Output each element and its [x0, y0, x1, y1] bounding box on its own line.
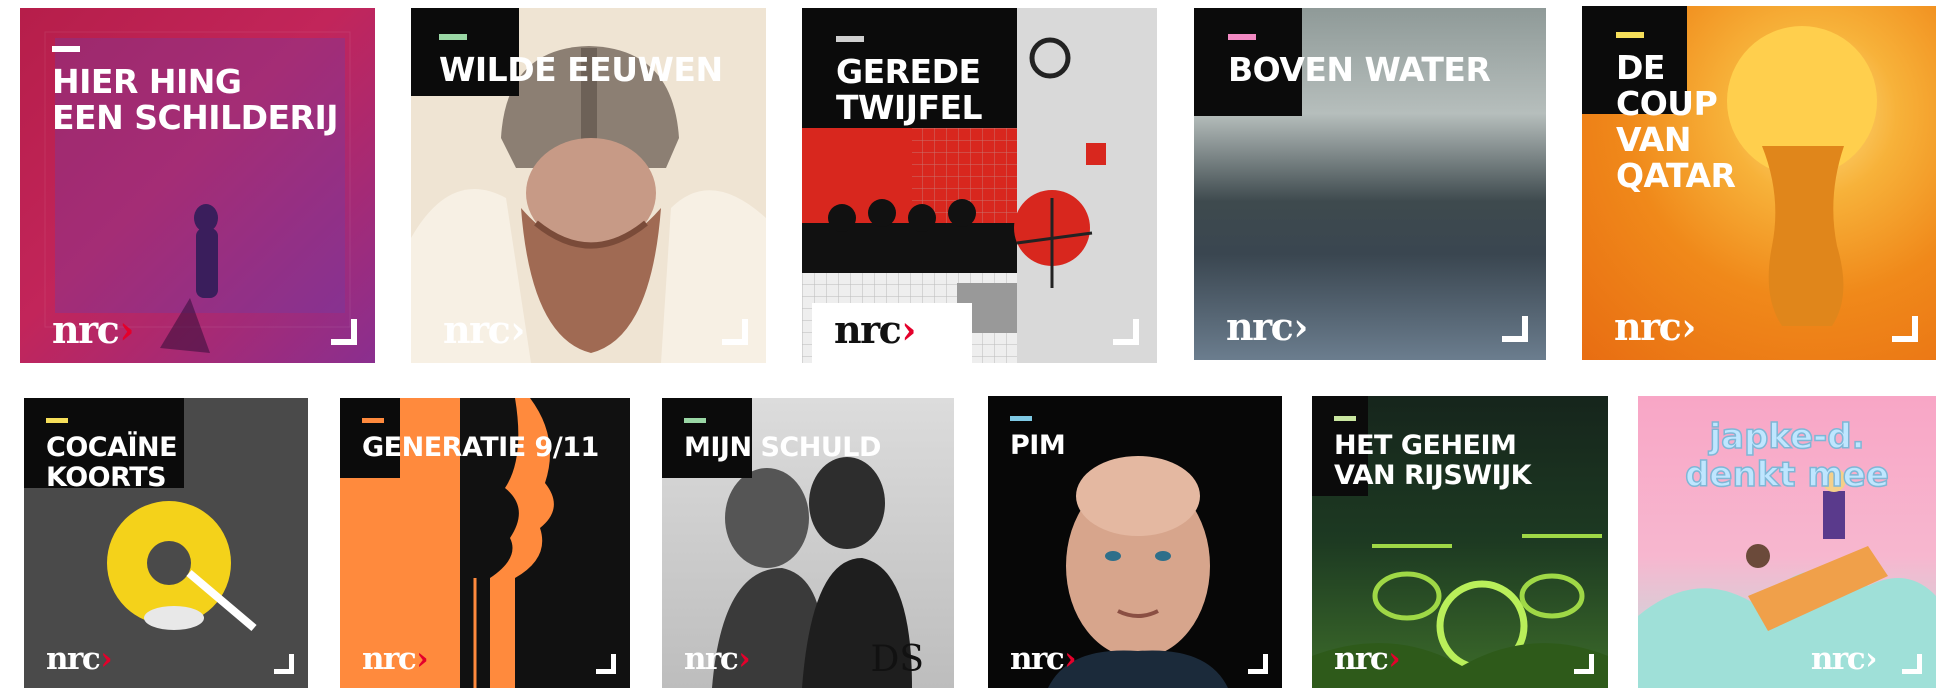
nrc-wordmark: nrc [52, 307, 120, 352]
podcast-tile-gerede-twijfel[interactable]: GEREDE TWIJFEL nrc› [802, 8, 1157, 363]
nrc-logo: nrc› [1226, 308, 1308, 346]
corner-mark-icon [1574, 654, 1594, 674]
podcast-title: MIJN SCHULD [684, 432, 881, 463]
podcast-tile-cocaine[interactable]: COCAÏNE KOORTS nrc› [24, 398, 308, 688]
nrc-chevron: › [1293, 304, 1308, 349]
corner-mark-icon [1113, 319, 1139, 345]
title-block: DE COUP VAN QATAR [1582, 6, 1736, 194]
corner-mark-icon [331, 319, 357, 345]
nrc-wordmark: nrc [46, 641, 101, 677]
podcast-tile-pim[interactable]: PIM nrc› [988, 396, 1282, 688]
title-block: PIM [988, 396, 1079, 473]
podcast-tile-coup-qatar[interactable]: DE COUP VAN QATAR nrc› [1582, 6, 1936, 360]
podcast-title: japke-d. denkt mee [1684, 417, 1889, 495]
nrc-wordmark: nrc [1614, 304, 1682, 349]
nrc-chevron: › [1681, 304, 1696, 349]
nrc-wordmark: nrc [443, 307, 511, 352]
nrc-chevron: › [100, 641, 112, 677]
podcast-tile-hier-hing[interactable]: HIER HING EEN SCHILDERIJ nrc› [20, 8, 375, 363]
podcast-tile-boven-water[interactable]: BOVEN WATER nrc› [1194, 8, 1546, 360]
nrc-wordmark: nrc [1334, 641, 1389, 677]
podcast-title: COCAÏNE KOORTS [46, 432, 178, 493]
nrc-logo: nrc› [1614, 308, 1696, 346]
title-block: GEREDE TWIJFEL [802, 8, 1017, 128]
podcast-tile-mijn-schuld[interactable]: MIJN SCHULD nrc› DS [662, 398, 954, 688]
nrc-logo: nrc› [834, 311, 916, 349]
podcast-tile-geheim[interactable]: HET GEHEIM VAN RIJSWIJK nrc› [1312, 396, 1608, 688]
corner-mark-icon [1502, 316, 1528, 342]
corner-mark-icon [274, 654, 294, 674]
nrc-logo: nrc› [1810, 640, 1878, 678]
nrc-logo: nrc› [684, 640, 751, 678]
accent-dash [1334, 416, 1356, 421]
podcast-title: WILDE EEUWEN [439, 50, 723, 89]
podcast-title: GEREDE TWIJFEL [836, 52, 983, 127]
nrc-chevron: › [901, 307, 916, 352]
title-block: HIER HING EEN SCHILDERIJ [20, 8, 356, 150]
nrc-wordmark: nrc [834, 307, 902, 352]
nrc-chevron: › [1865, 641, 1877, 677]
title-block: BOVEN WATER [1194, 8, 1546, 116]
nrc-logo: nrc› [1010, 640, 1077, 678]
nrc-chevron: › [119, 307, 134, 352]
nrc-wordmark: nrc [1810, 641, 1866, 677]
accent-dash [1228, 34, 1256, 40]
title-block: COCAÏNE KOORTS [24, 398, 184, 493]
nrc-wordmark: nrc [1010, 641, 1065, 677]
corner-mark-icon [722, 319, 748, 345]
ds-logo: DS [870, 639, 924, 680]
accent-dash [362, 418, 384, 423]
title-block: GENERATIE 9/11 [340, 398, 630, 478]
nrc-chevron: › [1388, 641, 1400, 677]
nrc-wordmark: nrc [362, 641, 417, 677]
accent-dash [46, 418, 68, 423]
corner-mark-icon [1902, 654, 1922, 674]
title-block: WILDE EEUWEN [411, 8, 766, 96]
corner-mark-icon [1248, 654, 1268, 674]
nrc-logo: nrc› [52, 311, 134, 349]
nrc-logo: nrc› [362, 640, 429, 678]
podcast-tile-generatie[interactable]: GENERATIE 9/11 nrc› [340, 398, 630, 688]
nrc-logo: nrc› [443, 311, 525, 349]
corner-mark-icon [596, 654, 616, 674]
title-block: MIJN SCHULD [662, 398, 954, 478]
nrc-logo: nrc› [1334, 640, 1401, 678]
podcast-title: HIER HING EEN SCHILDERIJ [52, 62, 339, 137]
nrc-logo: nrc› [46, 640, 113, 678]
nrc-chevron: › [1064, 641, 1076, 677]
accent-dash [439, 34, 467, 40]
nrc-wordmark: nrc [684, 641, 739, 677]
corner-mark-icon [1892, 316, 1918, 342]
podcast-tile-wilde-eeuwen[interactable]: WILDE EEUWEN nrc› [411, 8, 766, 363]
accent-dash [52, 46, 80, 52]
podcast-title: GENERATIE 9/11 [362, 432, 599, 463]
accent-dash [684, 418, 706, 423]
podcast-title: BOVEN WATER [1228, 50, 1491, 89]
nrc-wordmark: nrc [1226, 304, 1294, 349]
podcast-title: DE COUP VAN QATAR [1616, 48, 1736, 194]
nrc-chevron: › [510, 307, 525, 352]
podcast-tile-japke[interactable]: japke-d. denkt mee nrc› [1638, 396, 1936, 688]
accent-dash [1010, 416, 1032, 421]
title-block: HET GEHEIM VAN RIJSWIJK [1312, 396, 1608, 496]
podcast-title: HET GEHEIM VAN RIJSWIJK [1334, 430, 1532, 491]
accent-dash [836, 36, 864, 42]
podcast-title: PIM [1010, 430, 1066, 461]
accent-dash [1616, 32, 1644, 38]
nrc-chevron: › [738, 641, 750, 677]
nrc-chevron: › [416, 641, 428, 677]
